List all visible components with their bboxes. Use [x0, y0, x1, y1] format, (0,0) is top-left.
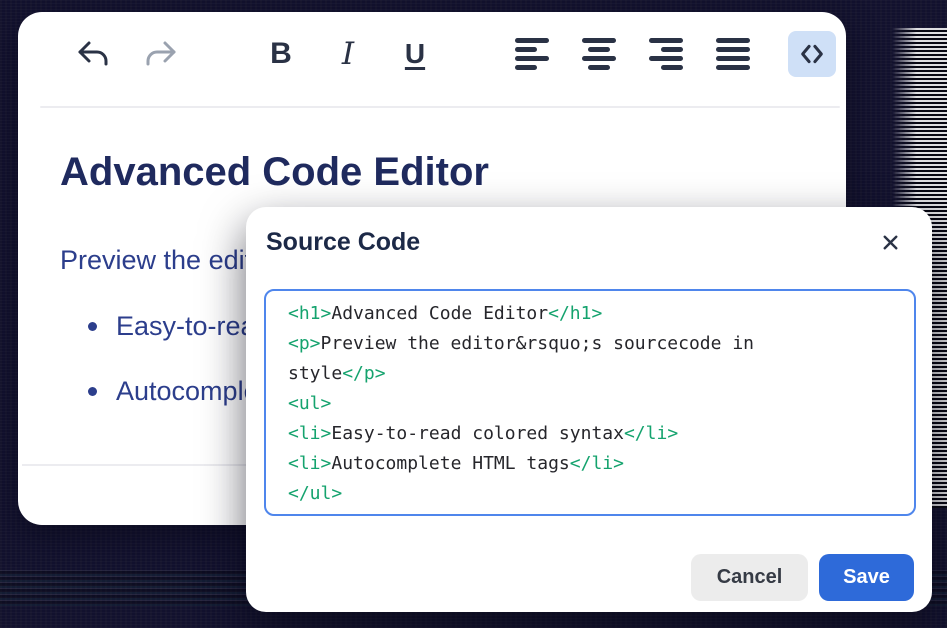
modal-title: Source Code [266, 228, 420, 257]
close-button[interactable] [870, 224, 910, 264]
align-center-icon [582, 38, 616, 70]
bullet-icon [88, 322, 97, 331]
code-brackets-icon [798, 40, 826, 68]
cancel-button[interactable]: Cancel [691, 554, 808, 601]
align-center-button[interactable] [577, 32, 621, 76]
redo-icon [143, 36, 179, 72]
document-heading: Advanced Code Editor [60, 150, 489, 194]
underline-icon: U [405, 38, 425, 70]
redo-button[interactable] [139, 32, 183, 76]
italic-button[interactable]: I [326, 32, 370, 76]
align-right-icon [649, 38, 683, 70]
undo-icon [75, 36, 111, 72]
align-left-button[interactable] [510, 32, 554, 76]
source-code-button[interactable] [788, 31, 836, 77]
editor-toolbar: B I U [18, 12, 846, 96]
bold-button[interactable]: B [259, 32, 303, 76]
source-code-content: <h1>Advanced Code Editor</h1><p>Preview … [288, 299, 892, 509]
toolbar-divider [40, 106, 840, 108]
close-icon [879, 231, 902, 257]
page-background: B I U [0, 0, 947, 628]
save-button[interactable]: Save [819, 554, 914, 601]
underline-button[interactable]: U [393, 32, 437, 76]
align-justify-button[interactable] [711, 32, 755, 76]
bullet-icon [88, 387, 97, 396]
source-code-modal: Source Code <h1>Advanced Code Editor</h1… [246, 207, 932, 612]
align-right-button[interactable] [644, 32, 688, 76]
align-left-icon [515, 38, 549, 70]
source-code-textarea[interactable]: <h1>Advanced Code Editor</h1><p>Preview … [264, 289, 916, 516]
align-justify-icon [716, 38, 750, 70]
bold-icon: B [270, 37, 292, 71]
italic-icon: I [342, 36, 354, 72]
undo-button[interactable] [71, 32, 115, 76]
